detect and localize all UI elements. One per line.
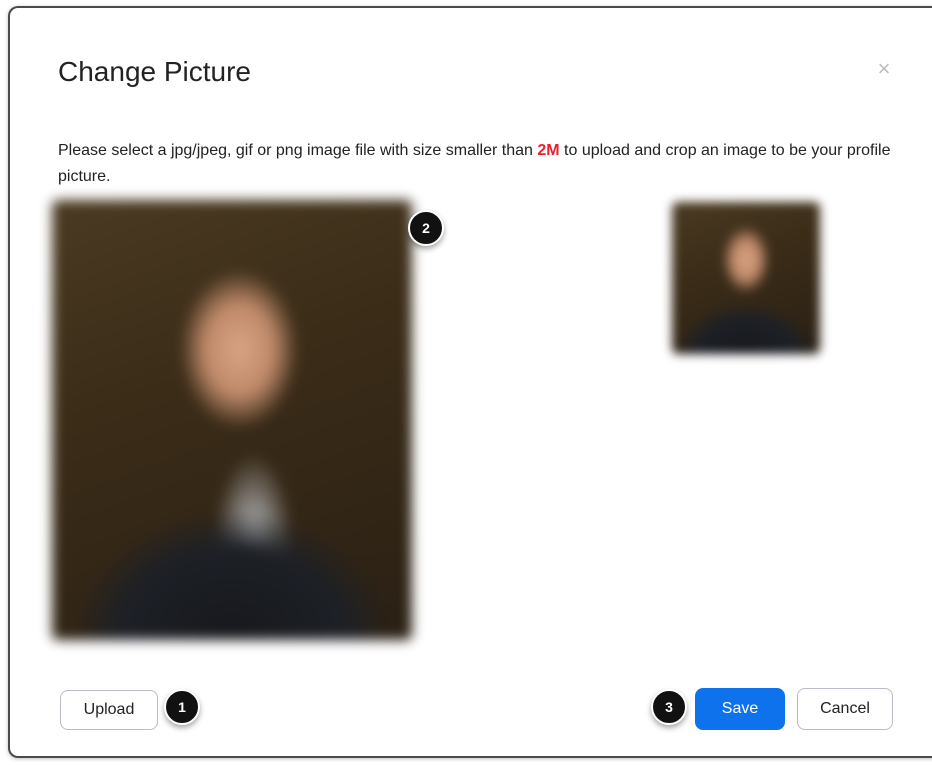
save-button[interactable]: Save [695,688,785,730]
size-limit-highlight: 2M [537,142,560,159]
preview-thumbnail [672,202,820,354]
profile-photo [52,200,412,640]
description-text-start: Please select a jpg/jpeg, gif or png ima… [58,142,538,159]
crop-area[interactable] [52,200,412,640]
preview-photo [672,202,820,354]
cancel-button[interactable]: Cancel [797,688,893,730]
dialog-title: Change Picture [58,56,252,87]
step-badge-crop: 2 [408,210,444,246]
close-icon[interactable]: × [874,58,894,80]
dialog-description: Please select a jpg/jpeg, gif or png ima… [58,138,908,190]
step-badge-upload: 1 [164,689,200,725]
step-badge-save: 3 [651,689,687,725]
upload-button[interactable]: Upload [60,690,158,730]
